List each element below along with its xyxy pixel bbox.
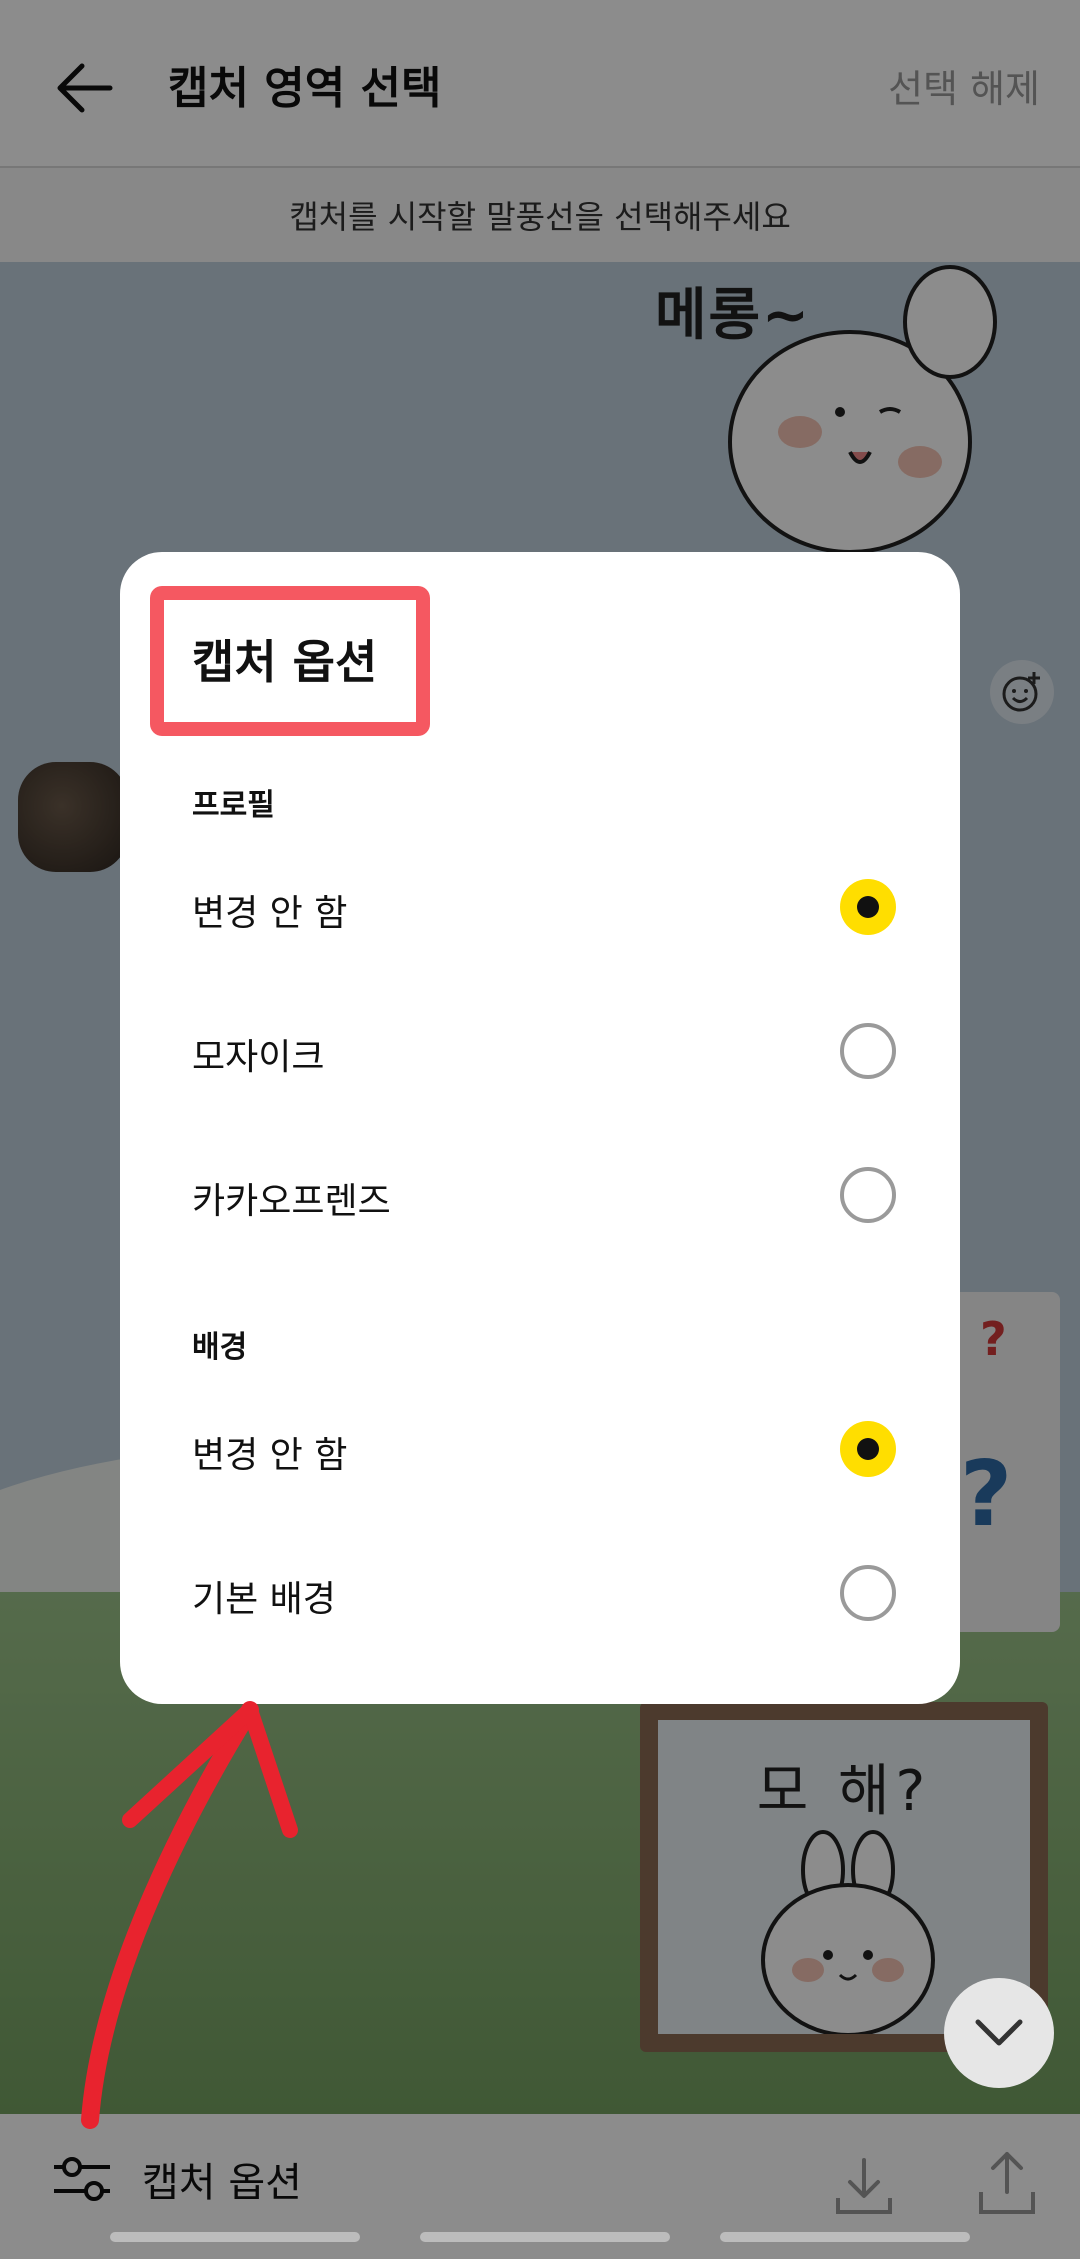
radio-unselected[interactable]	[840, 1023, 896, 1079]
screen: 메롱~ ? ? 모 해? 캡처 영역 선택 선택 해제 캡처를 시작할 말풍선을…	[0, 0, 1080, 2259]
option-profile-no-change[interactable]: 변경 안 함	[120, 854, 960, 964]
nav-gesture-pill	[110, 2232, 360, 2242]
option-profile-kakaofriends[interactable]: 카카오프렌즈	[120, 1142, 960, 1252]
radio-selected[interactable]	[840, 1421, 896, 1477]
scroll-down-button[interactable]	[944, 1978, 1054, 2088]
option-background-default[interactable]: 기본 배경	[120, 1540, 960, 1650]
option-label: 변경 안 함	[192, 1435, 348, 1476]
option-profile-mosaic[interactable]: 모자이크	[120, 998, 960, 1108]
section-title-profile: 프로필	[192, 788, 275, 823]
capture-options-dialog: 캡처 옵션 프로필 변경 안 함 모자이크 카카오프렌즈 배경 변경 안 함 기…	[120, 552, 960, 1704]
nav-gesture-pill	[420, 2232, 670, 2242]
option-label: 기본 배경	[192, 1579, 336, 1620]
radio-unselected[interactable]	[840, 1565, 896, 1621]
nav-gesture-pill	[720, 2232, 970, 2242]
option-background-no-change[interactable]: 변경 안 함	[120, 1396, 960, 1506]
radio-selected[interactable]	[840, 879, 896, 935]
dialog-title: 캡처 옵션	[192, 635, 378, 689]
section-title-background: 배경	[192, 1330, 248, 1365]
option-label: 모자이크	[192, 1037, 325, 1078]
option-label: 카카오프렌즈	[192, 1181, 391, 1222]
chevron-down-icon	[975, 2019, 1023, 2046]
option-label: 변경 안 함	[192, 893, 348, 934]
radio-unselected[interactable]	[840, 1167, 896, 1223]
